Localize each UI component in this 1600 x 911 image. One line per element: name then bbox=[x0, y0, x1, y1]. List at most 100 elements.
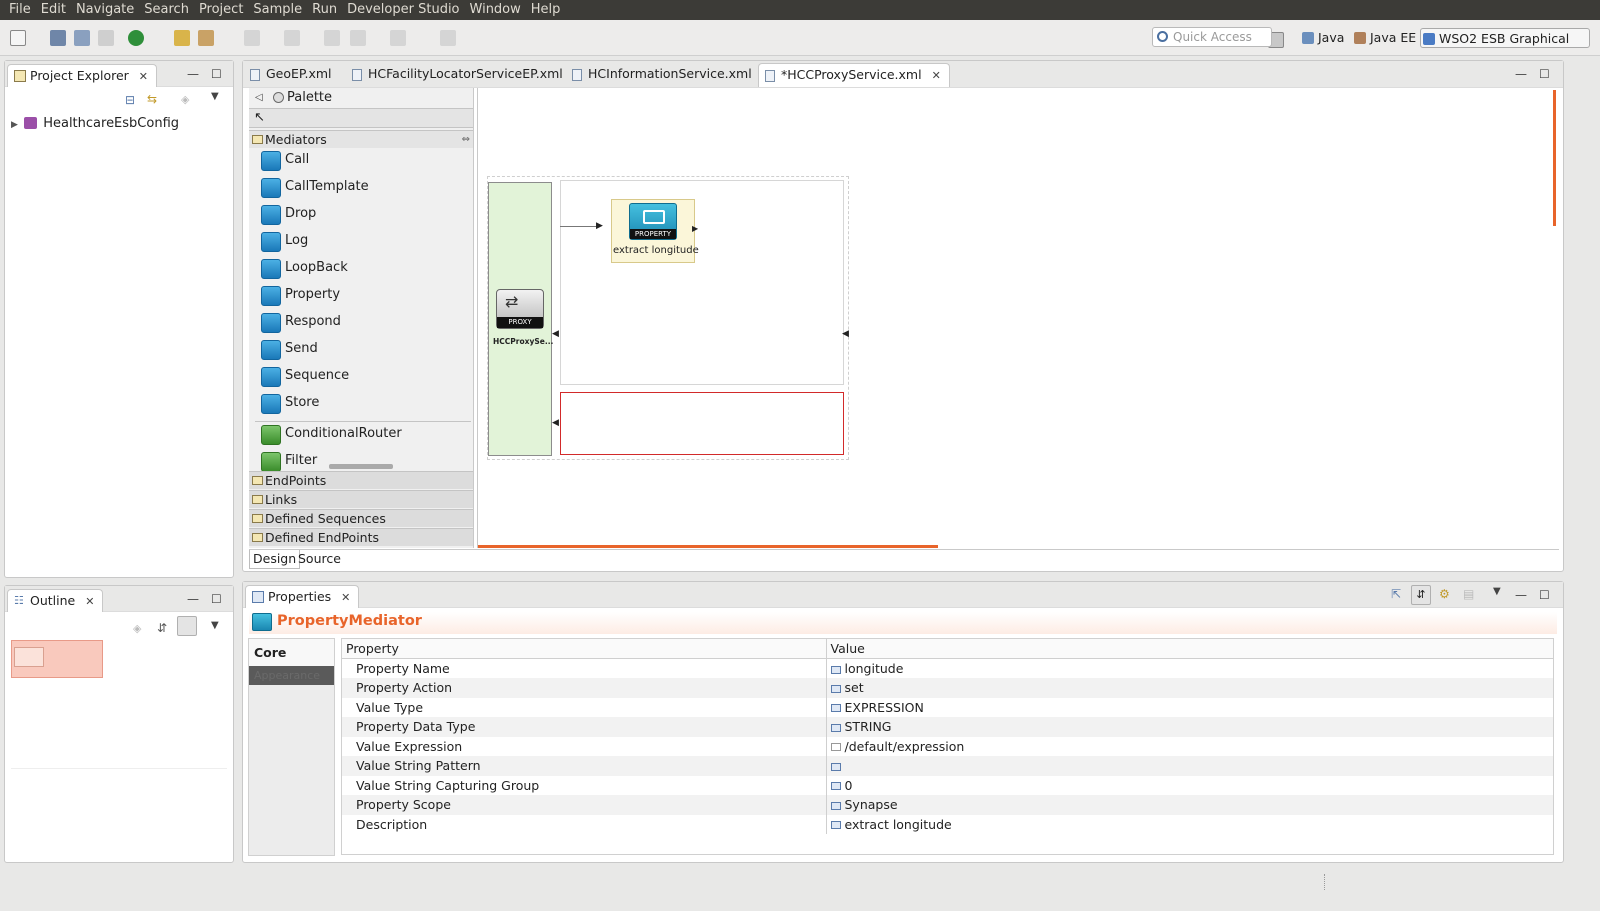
tab-hcinformationservice[interactable]: HCInformationService.xml bbox=[566, 63, 760, 87]
table-row[interactable]: Value Expression /default/expression bbox=[342, 736, 1553, 756]
palette-item-conditionalrouter[interactable]: ConditionalRouter bbox=[261, 423, 402, 445]
palette-item-log[interactable]: Log bbox=[261, 230, 308, 252]
drawer-links[interactable]: Links bbox=[249, 490, 473, 508]
minimize-icon[interactable]: — bbox=[187, 67, 199, 81]
open-folder-icon[interactable] bbox=[174, 30, 190, 46]
forward-icon[interactable] bbox=[390, 30, 406, 46]
view-menu-icon[interactable]: ▼ bbox=[211, 620, 219, 631]
back-icon[interactable] bbox=[350, 30, 366, 46]
save-icon[interactable] bbox=[50, 30, 66, 46]
outline-overview-icon[interactable] bbox=[177, 616, 197, 636]
menu-edit[interactable]: Edit bbox=[36, 0, 71, 20]
table-row[interactable]: Description extract longitude bbox=[342, 814, 1553, 834]
table-row[interactable]: Property Data Type STRING bbox=[342, 717, 1553, 737]
pin-view-icon[interactable]: ⇱ bbox=[1391, 587, 1401, 601]
outline-viewport-thumbnail[interactable] bbox=[11, 640, 103, 678]
close-icon[interactable]: ✕ bbox=[932, 69, 941, 82]
print-icon[interactable] bbox=[98, 30, 114, 46]
menu-developer-studio[interactable]: Developer Studio bbox=[342, 0, 464, 20]
new-icon[interactable] bbox=[10, 30, 26, 46]
close-icon[interactable]: ✕ bbox=[139, 70, 148, 83]
property-value[interactable]: STRING bbox=[825, 717, 1553, 737]
menu-run[interactable]: Run bbox=[307, 0, 342, 20]
maximize-icon[interactable]: ☐ bbox=[211, 592, 222, 606]
tab-design[interactable]: Design bbox=[249, 550, 301, 569]
close-icon[interactable]: ✕ bbox=[85, 595, 94, 608]
palette-item-calltemplate[interactable]: CallTemplate bbox=[261, 176, 369, 198]
view-menu-icon[interactable]: ▼ bbox=[1493, 586, 1501, 597]
link-editor-icon[interactable]: ⇆ bbox=[147, 92, 157, 106]
property-value[interactable]: longitude bbox=[825, 658, 1553, 678]
property-value[interactable] bbox=[825, 756, 1553, 776]
tab-hcfacilitylocatorserviceep[interactable]: HCFacilityLocatorServiceEP.xml bbox=[346, 63, 571, 87]
close-icon[interactable]: ✕ bbox=[341, 591, 350, 604]
show-advanced-icon[interactable]: ⚙ bbox=[1439, 587, 1450, 601]
perspective-java[interactable]: Java bbox=[1300, 28, 1348, 48]
outline-filter-icon[interactable]: ◈ bbox=[133, 622, 141, 635]
view-filter-icon[interactable]: ◈ bbox=[181, 93, 189, 106]
menu-help[interactable]: Help bbox=[526, 0, 566, 20]
property-value[interactable]: EXPRESSION bbox=[825, 697, 1553, 717]
table-row[interactable]: Value Type EXPRESSION bbox=[342, 697, 1553, 717]
save-all-icon[interactable] bbox=[74, 30, 90, 46]
palette-item-call[interactable]: Call bbox=[261, 149, 309, 171]
maximize-icon[interactable]: ☐ bbox=[211, 67, 222, 81]
menu-file[interactable]: File bbox=[4, 0, 36, 20]
property-value[interactable]: /default/expression bbox=[825, 736, 1553, 756]
menu-sample[interactable]: Sample bbox=[248, 0, 307, 20]
property-value[interactable]: set bbox=[825, 678, 1553, 698]
drawer-mediators[interactable]: Mediators ⇔ bbox=[249, 130, 473, 148]
menu-project[interactable]: Project bbox=[194, 0, 248, 20]
table-row[interactable]: Property Action set bbox=[342, 678, 1553, 698]
perspective-wso2-esb-graphical[interactable]: WSO2 ESB Graphical bbox=[1420, 28, 1590, 48]
tab-source[interactable]: Source bbox=[295, 550, 344, 569]
tools-icon[interactable] bbox=[198, 30, 214, 46]
quick-access-input[interactable]: Quick Access bbox=[1152, 27, 1272, 47]
column-header-value[interactable]: Value bbox=[825, 639, 1553, 659]
pin-editor-icon[interactable] bbox=[440, 30, 456, 46]
drawer-defined-endpoints[interactable]: Defined EndPoints bbox=[249, 528, 473, 546]
select-tool-icon[interactable]: ↖ bbox=[254, 110, 265, 125]
minimize-icon[interactable]: — bbox=[1515, 67, 1527, 81]
palette-item-respond[interactable]: Respond bbox=[261, 311, 341, 333]
tab-geoep[interactable]: GeoEP.xml bbox=[244, 63, 340, 87]
collapse-all-icon[interactable]: ⊟ bbox=[125, 93, 135, 107]
run-icon[interactable] bbox=[128, 30, 144, 46]
view-menu-icon[interactable]: ▼ bbox=[211, 91, 219, 102]
palette-item-sequence[interactable]: Sequence bbox=[261, 365, 349, 387]
palette-scroll-handle[interactable] bbox=[329, 464, 393, 469]
perspective-java-ee[interactable]: Java EE bbox=[1352, 28, 1420, 48]
palette-item-loopback[interactable]: LoopBack bbox=[261, 257, 348, 279]
vertical-scrollbar[interactable] bbox=[1553, 90, 1556, 226]
tab-hccproxyservice[interactable]: *HCCProxyService.xml ✕ bbox=[758, 63, 950, 87]
palette-item-filter[interactable]: Filter bbox=[261, 450, 317, 472]
show-categories-icon[interactable]: ⇵ bbox=[1411, 585, 1431, 605]
maximize-icon[interactable]: ☐ bbox=[1539, 67, 1550, 81]
table-row[interactable]: Value String Pattern bbox=[342, 756, 1553, 776]
menu-window[interactable]: Window bbox=[465, 0, 526, 20]
project-explorer-tab[interactable]: Project Explorer ✕ bbox=[7, 64, 157, 87]
column-header-property[interactable]: Property bbox=[342, 639, 826, 659]
palette-item-send[interactable]: Send bbox=[261, 338, 318, 360]
menu-navigate[interactable]: Navigate bbox=[71, 0, 139, 20]
property-mediator-node[interactable]: PROPERTY extract longitude bbox=[611, 199, 699, 263]
property-value[interactable]: 0 bbox=[825, 775, 1553, 795]
menu-search[interactable]: Search bbox=[139, 0, 194, 20]
outline-tree-icon[interactable]: ⇵ bbox=[157, 621, 167, 635]
outline-tab[interactable]: ☷ Outline ✕ bbox=[7, 589, 104, 612]
expand-arrow-icon[interactable]: ▶ bbox=[11, 120, 18, 130]
properties-tab[interactable]: Properties ✕ bbox=[245, 585, 360, 608]
property-value[interactable]: Synapse bbox=[825, 795, 1553, 815]
next-annotation-icon[interactable] bbox=[244, 30, 260, 46]
prev-annotation-icon[interactable] bbox=[284, 30, 300, 46]
pin-icon[interactable]: ⇔ bbox=[462, 131, 470, 148]
palette-item-property[interactable]: Property bbox=[261, 284, 340, 306]
drawer-defined-sequences[interactable]: Defined Sequences bbox=[249, 509, 473, 527]
palette-item-drop[interactable]: Drop bbox=[261, 203, 316, 225]
minimize-icon[interactable]: — bbox=[1515, 588, 1527, 602]
palette-item-store[interactable]: Store bbox=[261, 392, 319, 414]
restore-default-icon[interactable]: ▤ bbox=[1463, 587, 1474, 601]
horizontal-scrollbar[interactable] bbox=[478, 545, 938, 548]
tab-appearance[interactable]: Appearance bbox=[249, 666, 334, 685]
drawer-endpoints[interactable]: EndPoints bbox=[249, 471, 473, 489]
